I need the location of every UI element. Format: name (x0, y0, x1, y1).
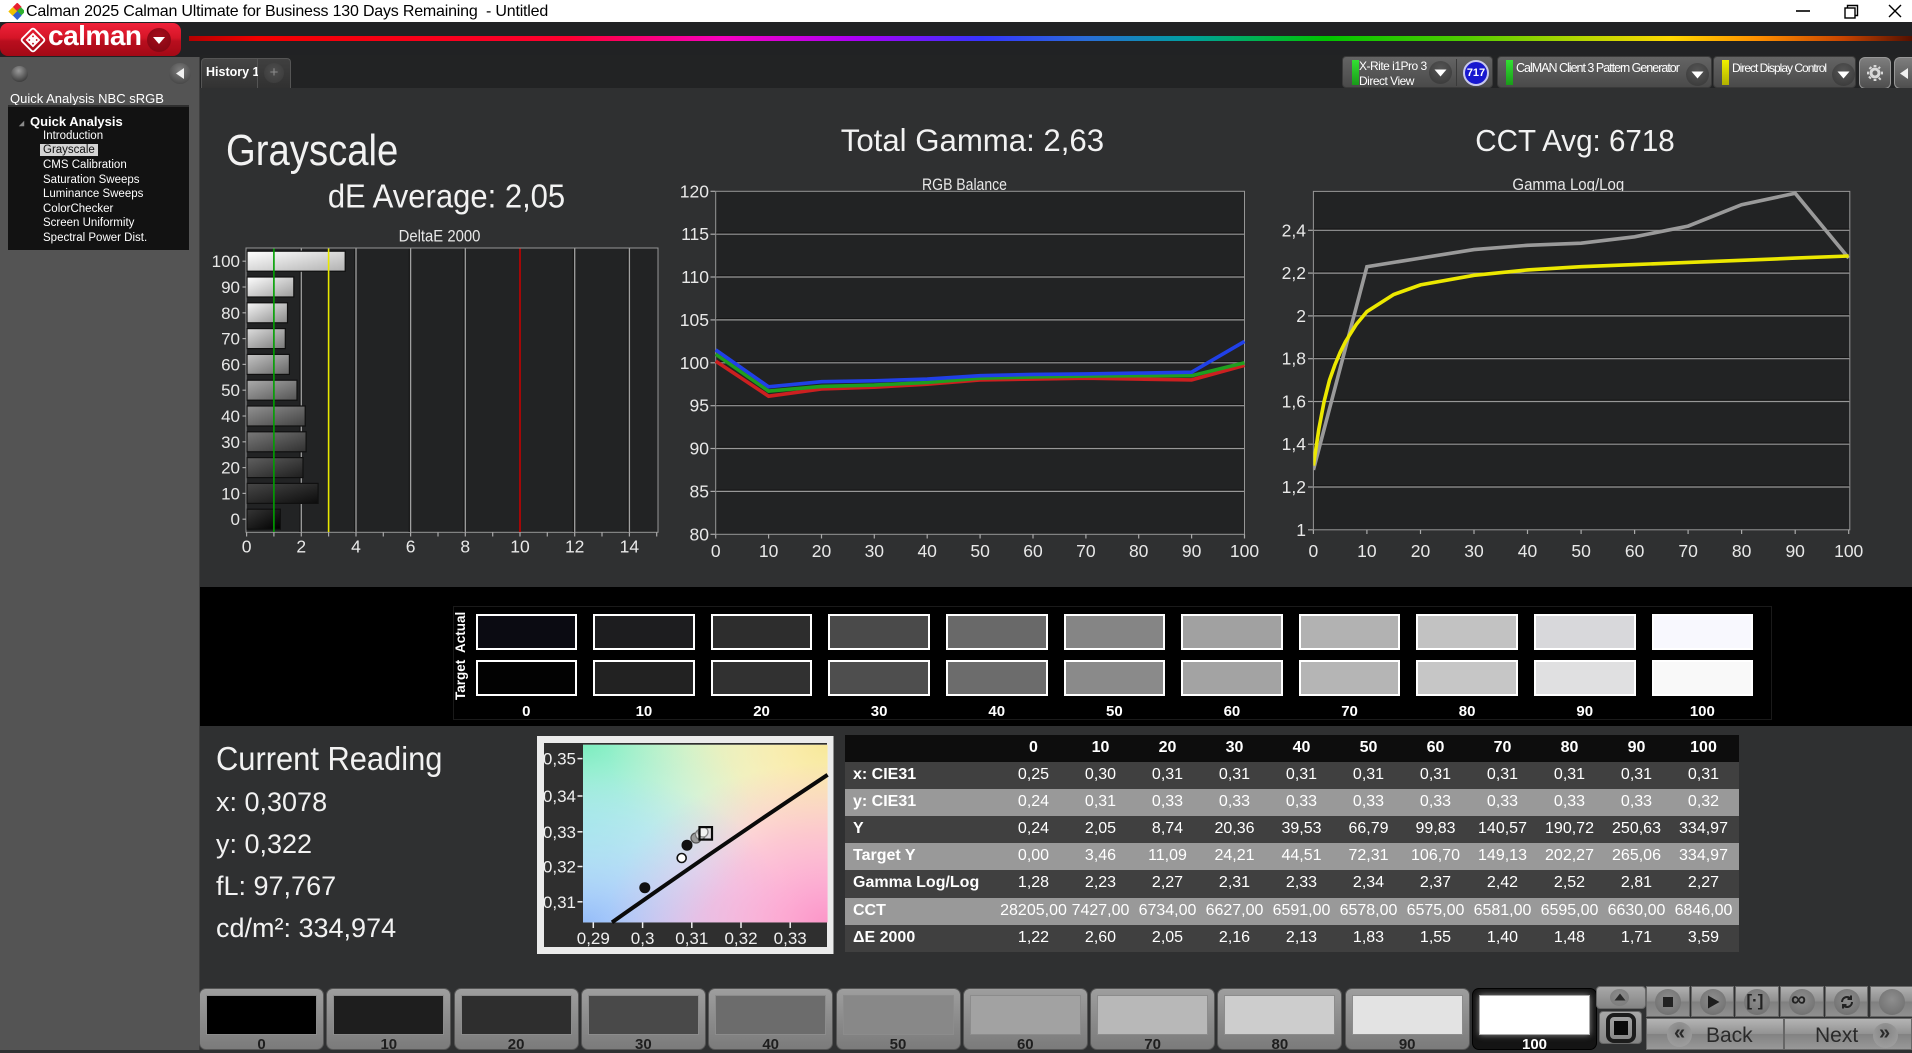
svg-text:0,3: 0,3 (631, 929, 655, 948)
svg-text:20: 20 (1411, 541, 1431, 560)
svg-text:90: 90 (1785, 541, 1805, 560)
svg-text:115: 115 (681, 224, 709, 244)
svg-text:0: 0 (1309, 541, 1319, 560)
svg-text:0,32: 0,32 (543, 858, 576, 877)
svg-text:0,34: 0,34 (543, 787, 576, 806)
svg-text:0: 0 (231, 510, 240, 529)
svg-text:70: 70 (1678, 541, 1698, 560)
svg-text:2: 2 (1296, 306, 1306, 326)
svg-text:30: 30 (1464, 541, 1484, 560)
svg-text:10: 10 (221, 484, 240, 503)
svg-text:0,35: 0,35 (543, 750, 576, 769)
svg-text:2: 2 (296, 537, 306, 557)
svg-text:100: 100 (680, 353, 709, 373)
svg-text:0: 0 (711, 541, 721, 560)
svg-text:80: 80 (1732, 541, 1752, 560)
svg-text:1,2: 1,2 (1282, 477, 1306, 497)
svg-text:80: 80 (1129, 541, 1149, 560)
svg-text:0,32: 0,32 (724, 929, 757, 948)
svg-text:120: 120 (680, 181, 709, 201)
svg-text:100: 100 (1834, 541, 1863, 560)
svg-text:20: 20 (812, 541, 832, 560)
svg-text:1: 1 (1296, 520, 1306, 540)
svg-text:CCT Avg: 6718: CCT Avg: 6718 (1475, 125, 1674, 158)
svg-text:90: 90 (1182, 541, 1202, 560)
svg-text:90: 90 (221, 278, 240, 297)
svg-text:20: 20 (221, 459, 240, 478)
svg-text:1,6: 1,6 (1282, 392, 1306, 412)
svg-text:70: 70 (221, 330, 240, 349)
svg-text:80: 80 (221, 304, 240, 323)
svg-text:8: 8 (460, 537, 470, 557)
svg-text:6: 6 (406, 537, 416, 557)
svg-text:10: 10 (759, 541, 779, 560)
svg-text:2,2: 2,2 (1282, 263, 1306, 283)
svg-text:12: 12 (565, 537, 584, 557)
svg-text:dE Average: 2,05: dE Average: 2,05 (328, 178, 565, 215)
svg-text:2,4: 2,4 (1282, 220, 1307, 240)
svg-text:60: 60 (1625, 541, 1645, 560)
svg-text:70: 70 (1076, 541, 1096, 560)
svg-text:0,33: 0,33 (543, 823, 576, 842)
svg-text:100: 100 (1230, 541, 1259, 560)
svg-text:90: 90 (690, 439, 710, 459)
svg-text:50: 50 (221, 381, 240, 400)
svg-text:95: 95 (690, 396, 709, 416)
svg-text:50: 50 (970, 541, 990, 560)
svg-text:100: 100 (212, 252, 240, 271)
svg-text:0,29: 0,29 (577, 929, 610, 948)
svg-text:40: 40 (917, 541, 937, 560)
svg-text:1,4: 1,4 (1282, 434, 1307, 454)
svg-text:105: 105 (680, 310, 709, 330)
svg-text:DeltaE 2000: DeltaE 2000 (399, 228, 481, 246)
svg-text:80: 80 (690, 524, 710, 544)
svg-text:30: 30 (865, 541, 885, 560)
svg-text:0,31: 0,31 (675, 929, 708, 948)
svg-text:85: 85 (690, 481, 709, 501)
svg-text:10: 10 (510, 537, 530, 557)
svg-text:110: 110 (681, 267, 709, 287)
svg-text:4: 4 (351, 537, 361, 557)
svg-text:50: 50 (1571, 541, 1591, 560)
svg-text:Grayscale: Grayscale (226, 126, 398, 175)
svg-text:60: 60 (1023, 541, 1043, 560)
svg-text:40: 40 (221, 407, 240, 426)
svg-text:60: 60 (221, 355, 240, 374)
svg-text:0: 0 (242, 537, 252, 557)
svg-text:10: 10 (1357, 541, 1377, 560)
svg-text:0,33: 0,33 (774, 929, 807, 948)
svg-text:Total Gamma: 2,63: Total Gamma: 2,63 (841, 123, 1104, 158)
svg-text:30: 30 (221, 433, 240, 452)
svg-text:14: 14 (620, 537, 640, 557)
svg-text:1,8: 1,8 (1282, 349, 1306, 369)
svg-text:40: 40 (1518, 541, 1538, 560)
svg-text:0,31: 0,31 (543, 893, 576, 912)
